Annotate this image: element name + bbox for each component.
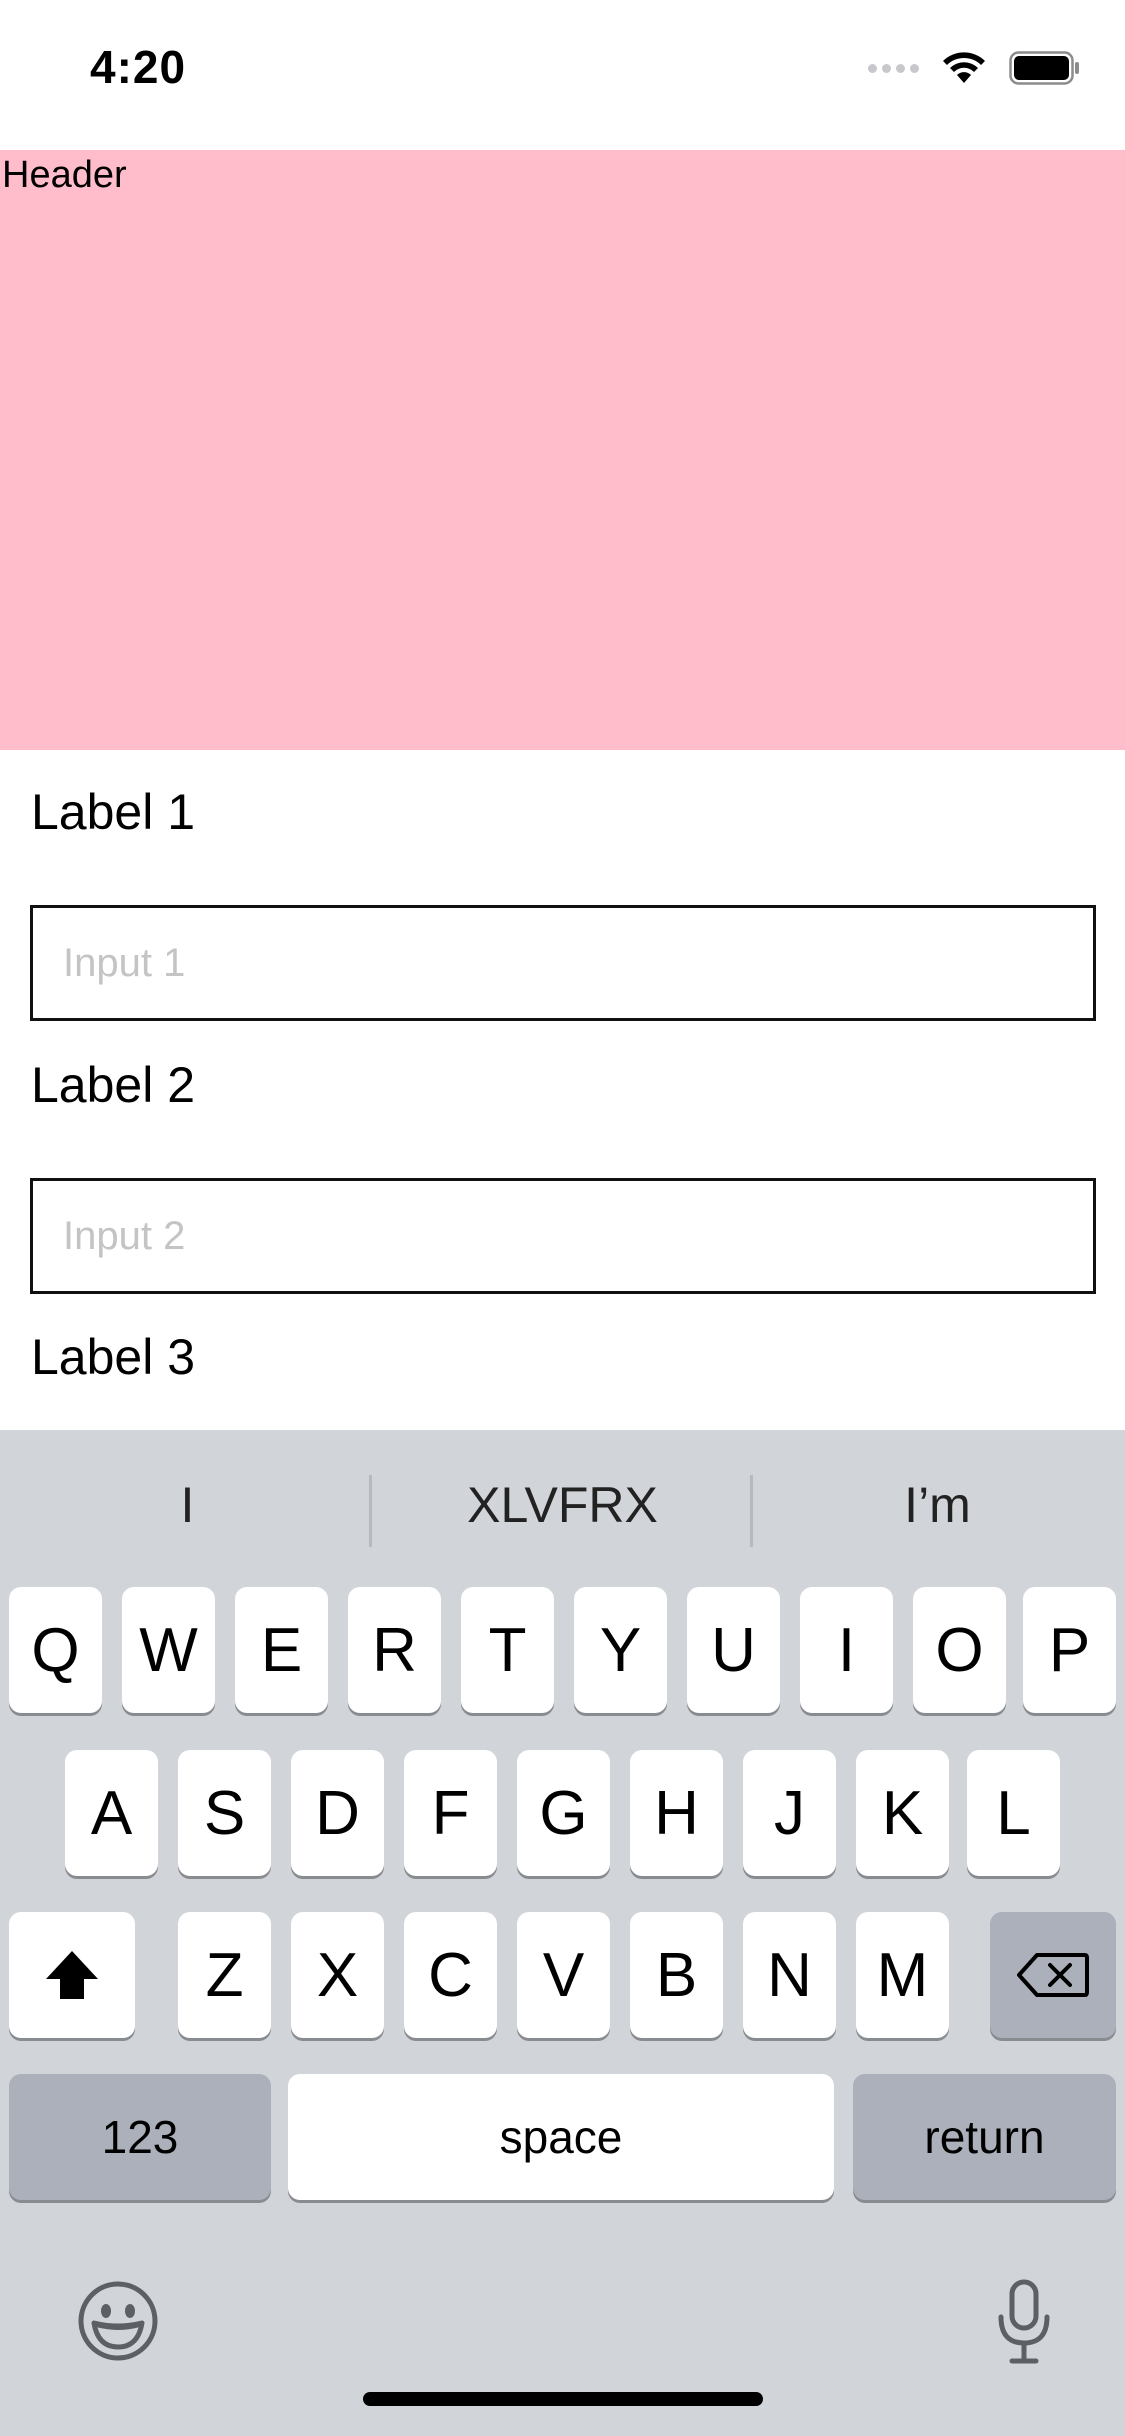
key-k[interactable]: K <box>856 1750 949 1876</box>
key-g[interactable]: G <box>517 1750 610 1876</box>
key-c[interactable]: C <box>404 1912 497 2038</box>
key-y[interactable]: Y <box>574 1587 667 1713</box>
key-q[interactable]: Q <box>9 1587 102 1713</box>
key-d[interactable]: D <box>291 1750 384 1876</box>
battery-icon <box>1009 51 1079 85</box>
key-x[interactable]: X <box>291 1912 384 2038</box>
suggestion-item[interactable]: XLVFRX <box>375 1430 750 1580</box>
key-o[interactable]: O <box>913 1587 1006 1713</box>
key-a[interactable]: A <box>65 1750 158 1876</box>
wifi-icon <box>943 52 985 83</box>
key-u[interactable]: U <box>687 1587 780 1713</box>
key-f[interactable]: F <box>404 1750 497 1876</box>
backspace-icon <box>1017 1953 1089 1997</box>
keyboard: I XLVFRX I’m Q W E R T Y U I O P A S D F… <box>0 1430 1125 2436</box>
status-time: 4:20 <box>90 41 187 93</box>
key-t[interactable]: T <box>461 1587 554 1713</box>
suggestion-item[interactable]: I <box>0 1430 375 1580</box>
input-2[interactable] <box>30 1178 1096 1294</box>
key-v[interactable]: V <box>517 1912 610 2038</box>
numbers-key[interactable]: 123 <box>9 2074 271 2200</box>
key-m[interactable]: M <box>856 1912 949 2038</box>
label-2: Label 2 <box>31 1057 196 1113</box>
key-s[interactable]: S <box>178 1750 271 1876</box>
cellular-signal-icon <box>868 63 919 73</box>
label-3: Label 3 <box>31 1329 196 1385</box>
header-banner: Header <box>0 150 1125 750</box>
microphone-icon[interactable] <box>996 2279 1052 2365</box>
key-j[interactable]: J <box>743 1750 836 1876</box>
header-title: Header <box>2 154 127 196</box>
key-p[interactable]: P <box>1023 1587 1116 1713</box>
key-z[interactable]: Z <box>178 1912 271 2038</box>
return-key[interactable]: return <box>853 2074 1116 2200</box>
shift-key[interactable] <box>9 1912 135 2038</box>
suggestion-bar: I XLVFRX I’m <box>0 1430 1125 1580</box>
key-e[interactable]: E <box>235 1587 328 1713</box>
screen: 4:20 Header Label 1 Label 2 Label 3 <box>0 0 1125 2436</box>
key-h[interactable]: H <box>630 1750 723 1876</box>
status-icons <box>868 48 1081 88</box>
home-indicator[interactable] <box>363 2392 763 2406</box>
key-l[interactable]: L <box>967 1750 1060 1876</box>
status-bar: 4:20 <box>0 0 1125 150</box>
key-b[interactable]: B <box>630 1912 723 2038</box>
key-n[interactable]: N <box>743 1912 836 2038</box>
emoji-icon[interactable] <box>76 2279 160 2363</box>
space-key[interactable]: space <box>288 2074 834 2200</box>
input-1[interactable] <box>30 905 1096 1021</box>
key-i[interactable]: I <box>800 1587 893 1713</box>
suggestion-item[interactable]: I’m <box>750 1430 1125 1580</box>
key-r[interactable]: R <box>348 1587 441 1713</box>
suggestion-divider <box>369 1475 372 1547</box>
label-1: Label 1 <box>31 784 196 840</box>
delete-key[interactable] <box>990 1912 1116 2038</box>
shift-arrow-icon <box>46 1951 98 1999</box>
key-w[interactable]: W <box>122 1587 215 1713</box>
